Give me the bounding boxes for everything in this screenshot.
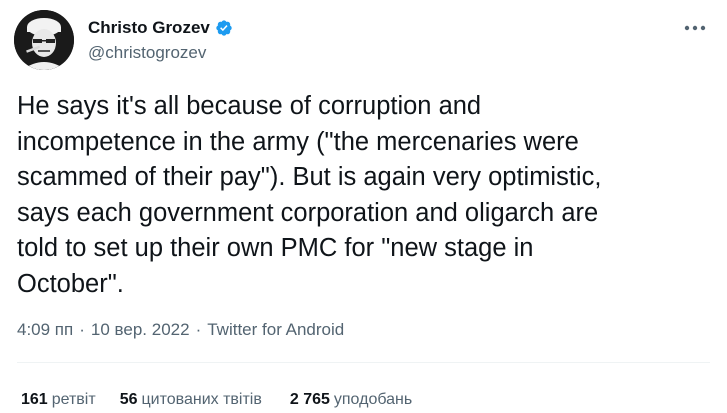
- name-row: Christo Grozev: [88, 18, 233, 38]
- quotes-count: 56: [119, 391, 138, 408]
- tweet-date[interactable]: 10 вер. 2022: [91, 320, 190, 340]
- tweet-detail: Christo Grozev @christogrozev He says it…: [0, 0, 727, 413]
- meta-separator: ·: [195, 320, 202, 339]
- likes-stat[interactable]: 2 765 уподобань: [290, 391, 412, 409]
- quotes-stat[interactable]: 56 цитованих твітів: [120, 391, 262, 409]
- engagement-stats: 161 ретвіт 56 цитованих твітів 2 765 упо…: [21, 391, 412, 409]
- more-options-button[interactable]: [678, 16, 712, 40]
- author-handle[interactable]: @christogrozev: [88, 43, 233, 63]
- meta-separator: ·: [79, 320, 85, 339]
- divider: [17, 362, 710, 363]
- tweet-metadata: 4:09 пп · 10 вер. 2022 · Twitter for And…: [17, 320, 344, 340]
- more-dots-icon: [684, 25, 706, 31]
- quotes-label: цитованих твітів: [141, 391, 262, 408]
- likes-label: уподобань: [333, 391, 413, 408]
- tweet-source[interactable]: Twitter for Android: [207, 320, 344, 340]
- retweets-label: ретвіт: [51, 391, 96, 408]
- display-name[interactable]: Christo Grozev: [88, 18, 210, 38]
- author-names: Christo Grozev @christogrozev: [88, 18, 233, 63]
- retweets-stat[interactable]: 161 ретвіт: [21, 391, 96, 409]
- avatar-image: [14, 10, 74, 70]
- likes-count: 2 765: [289, 391, 330, 408]
- tweet-time[interactable]: 4:09 пп: [17, 320, 73, 340]
- retweets-count: 161: [21, 391, 48, 408]
- verified-badge-icon: [215, 19, 233, 37]
- tweet-text: He says it's all because of corruption a…: [17, 92, 602, 298]
- tweet-header: Christo Grozev @christogrozev: [14, 8, 233, 72]
- avatar[interactable]: [14, 10, 74, 70]
